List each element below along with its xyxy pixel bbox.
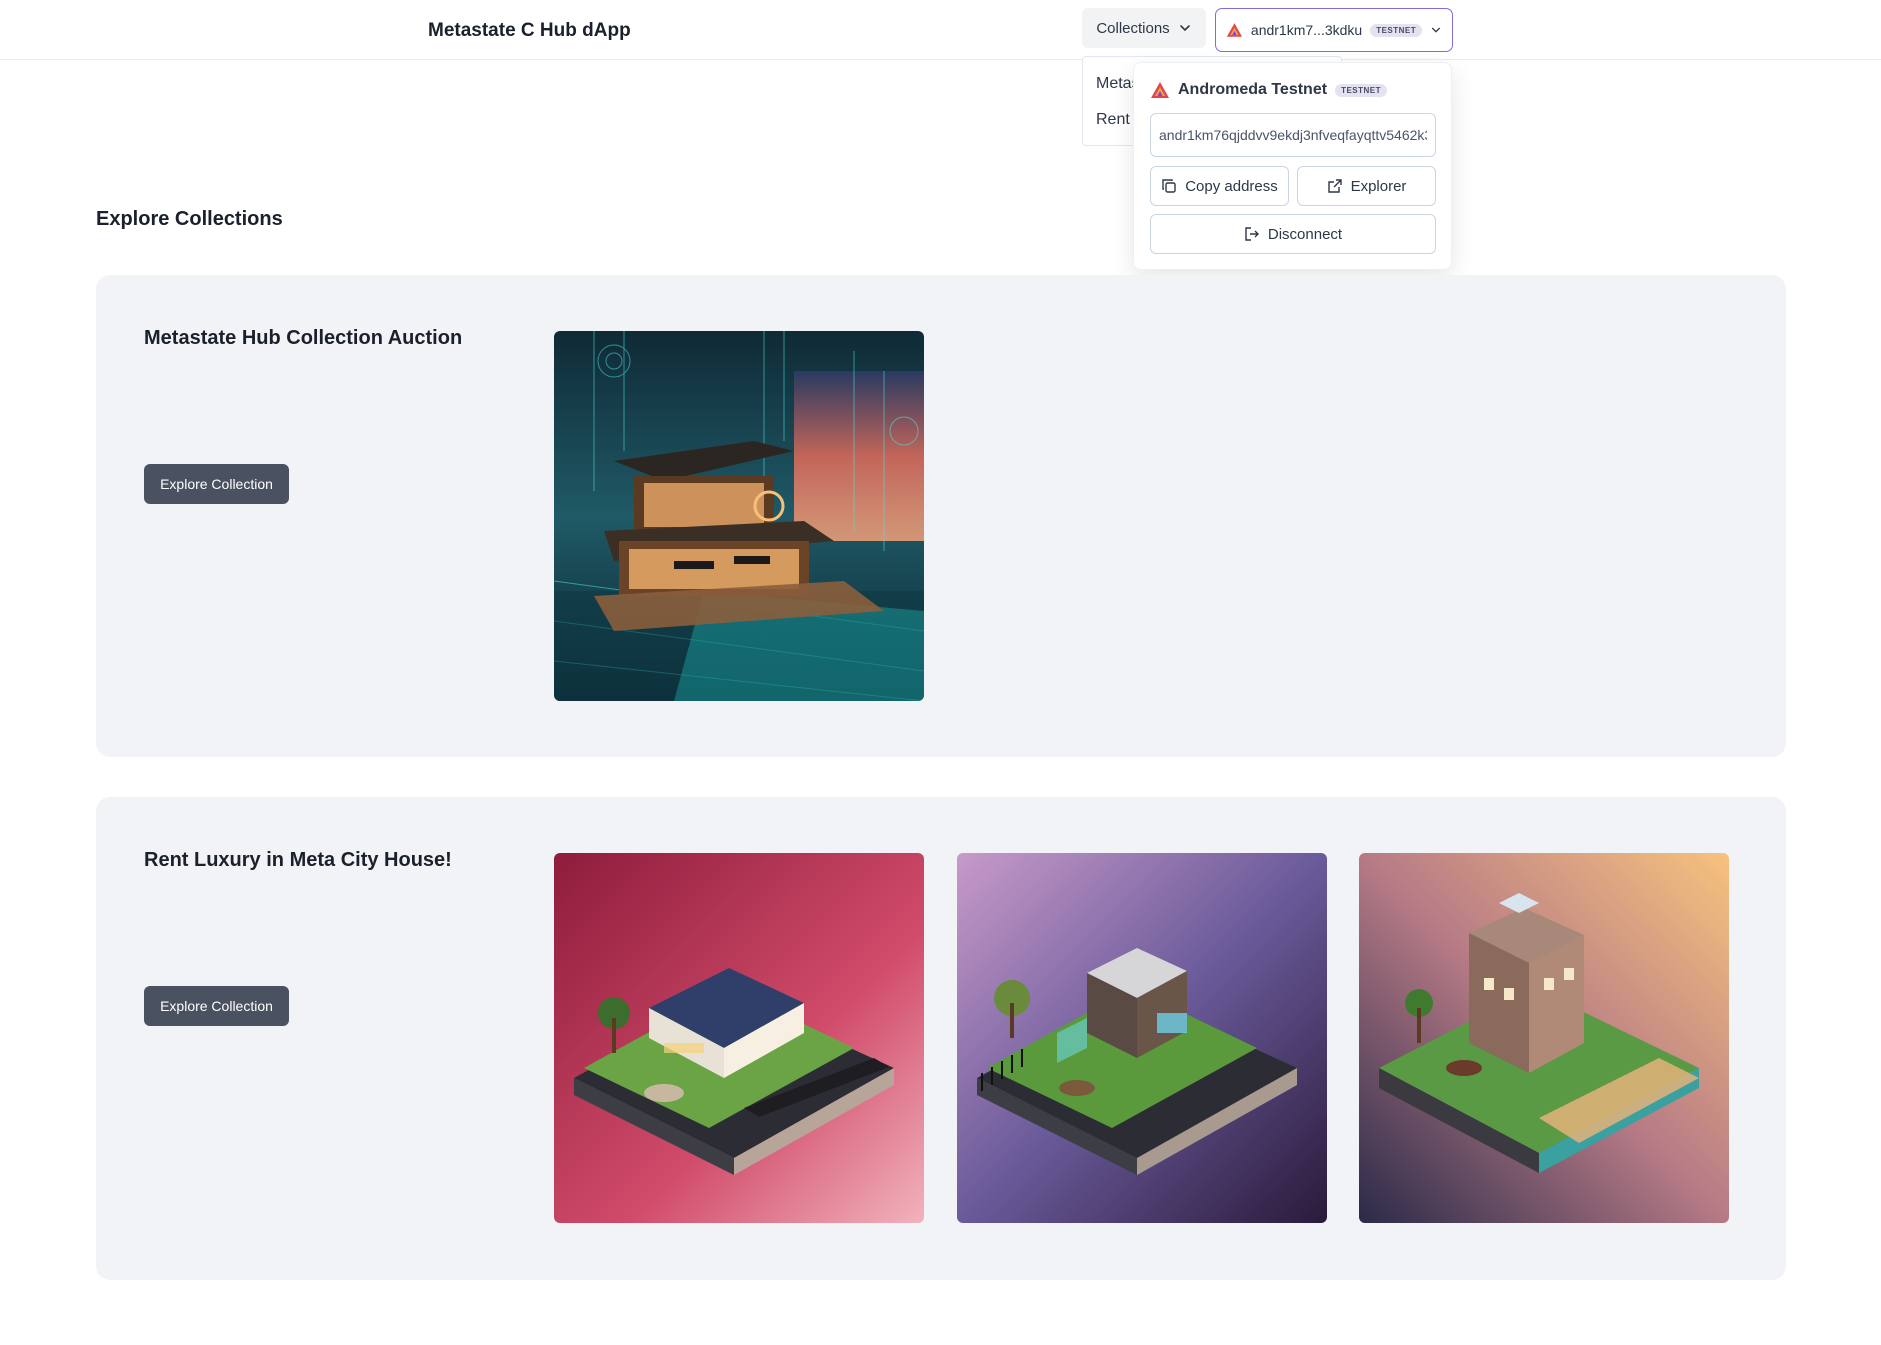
page-title: Explore Collections	[96, 208, 283, 230]
top-navbar: Metastate C Hub dApp Collections andr1km…	[0, 0, 1881, 60]
collection-card: Rent Luxury in Meta City House! Explore …	[96, 797, 1786, 1280]
collections-label: Collections	[1096, 19, 1170, 37]
explorer-button[interactable]: Explorer	[1297, 166, 1436, 206]
testnet-badge: TESTNET	[1370, 23, 1423, 37]
wallet-button[interactable]: andr1km7...3kdku TESTNET	[1215, 8, 1453, 52]
isometric-house-image	[1359, 853, 1729, 1223]
explorer-label: Explorer	[1350, 177, 1407, 195]
isometric-house-image	[554, 853, 924, 1223]
collection-title: Metastate Hub Collection Auction	[144, 327, 463, 349]
network-name: Andromeda Testnet	[1178, 81, 1328, 98]
collection-thumbnail[interactable]	[1359, 853, 1729, 1223]
explore-collection-button[interactable]: Explore Collection	[144, 464, 289, 504]
explore-collection-button[interactable]: Explore Collection	[144, 986, 289, 1026]
collection-card: Metastate Hub Collection Auction Explore…	[96, 275, 1786, 757]
collections-dropdown-button[interactable]: Collections	[1082, 8, 1206, 48]
testnet-badge: TESTNET	[1335, 83, 1388, 97]
network-header: Andromeda Testnet TESTNET	[1150, 81, 1388, 99]
isometric-house-image	[957, 853, 1327, 1223]
andromeda-logo-icon	[1226, 23, 1243, 37]
andromeda-logo-icon	[1151, 82, 1169, 98]
copy-address-label: Copy address	[1185, 177, 1278, 195]
app-title: Metastate C Hub dApp	[428, 20, 631, 41]
collection-title: Rent Luxury in Meta City House!	[144, 849, 452, 871]
collection-thumbnail[interactable]	[957, 853, 1327, 1223]
disconnect-label: Disconnect	[1267, 225, 1343, 243]
copy-icon	[1162, 179, 1176, 193]
wallet-popover: Andromeda Testnet TESTNET Copy address E…	[1133, 62, 1452, 270]
collection-thumbnail[interactable]	[554, 853, 924, 1223]
external-link-icon	[1327, 179, 1342, 193]
wallet-address-field[interactable]	[1150, 113, 1436, 157]
disconnect-button[interactable]: Disconnect	[1150, 214, 1436, 254]
chevron-down-icon	[1179, 25, 1190, 32]
chevron-down-icon	[1432, 27, 1441, 33]
logout-icon	[1245, 227, 1259, 241]
copy-address-button[interactable]: Copy address	[1150, 166, 1289, 206]
futuristic-house-image	[554, 331, 924, 701]
collection-thumbnail[interactable]	[554, 331, 924, 701]
wallet-address-short: andr1km7...3kdku	[1250, 22, 1363, 38]
collections-menu-item[interactable]: Rent	[1096, 111, 1130, 129]
